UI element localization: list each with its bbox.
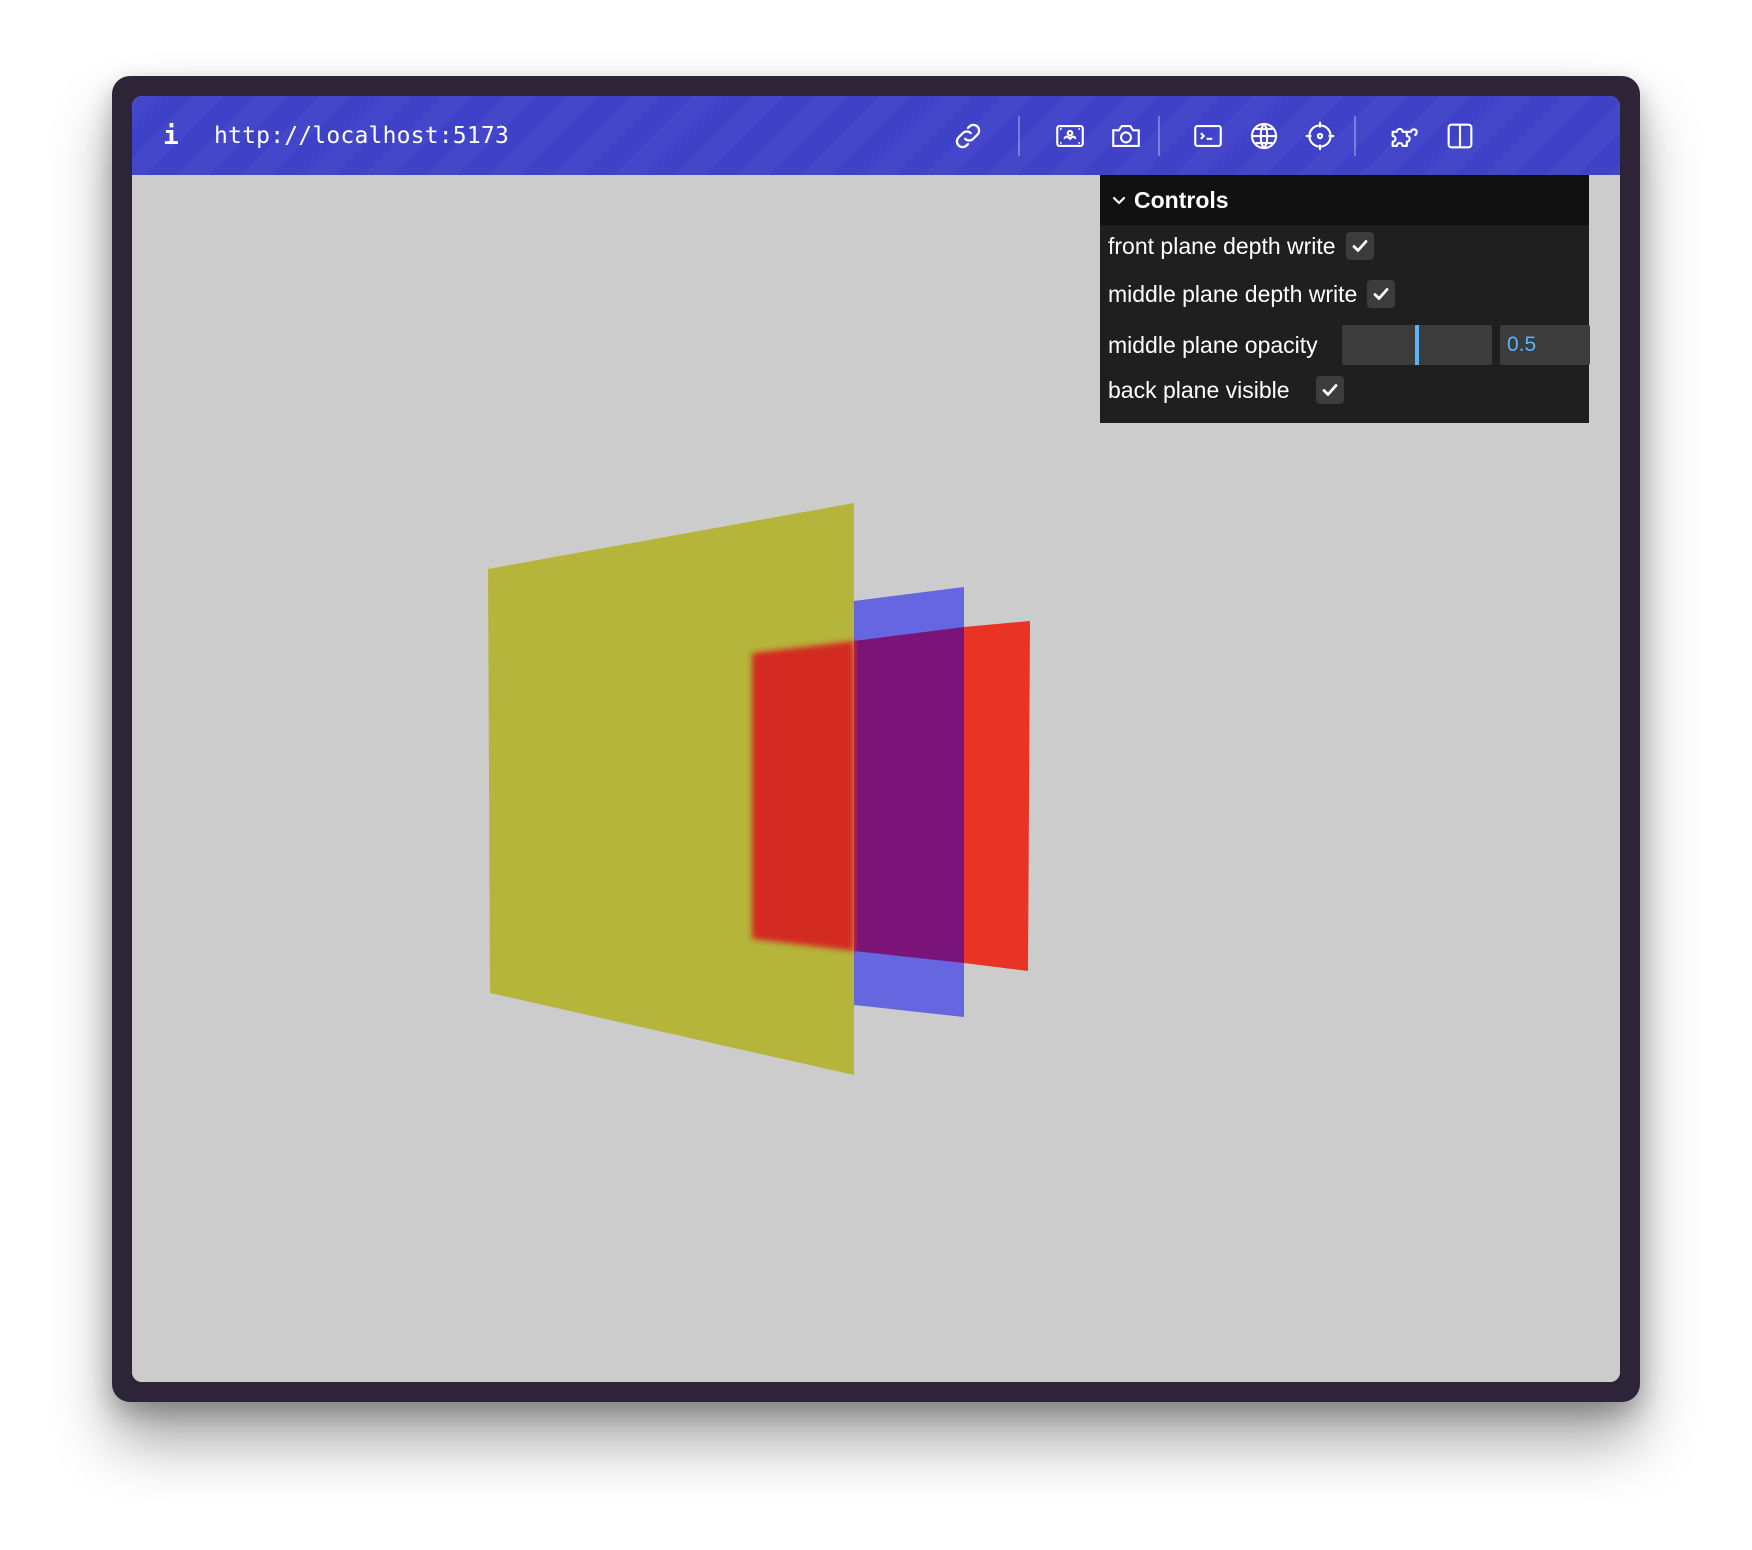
terminal-icon[interactable] bbox=[1188, 116, 1228, 156]
toolbar-divider bbox=[1018, 116, 1020, 156]
globe-icon[interactable] bbox=[1244, 116, 1284, 156]
image-icon[interactable] bbox=[1050, 116, 1090, 156]
back-visible-label: back plane visible bbox=[1108, 376, 1290, 403]
puzzle-icon[interactable] bbox=[1384, 116, 1424, 156]
controls-title: Controls bbox=[1134, 186, 1229, 213]
middle-opacity-row: middle plane opacity 0.5 bbox=[1108, 321, 1590, 369]
front-depth-write-row: front plane depth write bbox=[1108, 225, 1374, 267]
split-view-icon[interactable] bbox=[1440, 116, 1480, 156]
info-icon[interactable]: i bbox=[158, 116, 184, 156]
middle-depth-write-label: middle plane depth write bbox=[1108, 280, 1358, 307]
front-depth-write-label: front plane depth write bbox=[1108, 232, 1336, 259]
middle-depth-write-row: middle plane depth write bbox=[1108, 273, 1396, 315]
crosshair-icon[interactable] bbox=[1300, 116, 1340, 156]
controls-panel: Controls front plane depth write middle … bbox=[1100, 175, 1590, 423]
device-frame: i http://localhost:5173 Controls front p… bbox=[112, 76, 1640, 1402]
checkmark-icon bbox=[1322, 384, 1337, 396]
camera-icon[interactable] bbox=[1106, 116, 1146, 156]
back-visible-checkbox[interactable] bbox=[1315, 376, 1344, 404]
checkmark-icon bbox=[1373, 288, 1389, 300]
link-icon[interactable] bbox=[948, 116, 988, 156]
back-plane-overlap-front bbox=[752, 641, 854, 951]
middle-depth-write-checkbox[interactable] bbox=[1367, 280, 1396, 308]
toolbar-divider bbox=[1354, 116, 1356, 156]
checkmark-icon bbox=[1352, 240, 1367, 252]
overlap-region bbox=[854, 627, 964, 963]
middle-opacity-slider[interactable] bbox=[1342, 325, 1492, 365]
url-bar[interactable]: http://localhost:5173 bbox=[214, 116, 509, 156]
front-depth-write-checkbox[interactable] bbox=[1345, 232, 1374, 260]
browser-toolbar: i http://localhost:5173 bbox=[132, 96, 1620, 175]
controls-header[interactable]: Controls bbox=[1100, 175, 1589, 225]
webgl-canvas[interactable]: Controls front plane depth write middle … bbox=[132, 175, 1620, 1382]
slider-thumb[interactable] bbox=[1415, 325, 1419, 365]
back-plane bbox=[964, 621, 1030, 971]
back-visible-row: back plane visible bbox=[1108, 369, 1344, 411]
chevron-down-icon bbox=[1104, 175, 1134, 225]
browser-window: i http://localhost:5173 Controls front p… bbox=[132, 96, 1620, 1382]
middle-opacity-label: middle plane opacity bbox=[1108, 331, 1318, 358]
toolbar-divider bbox=[1158, 116, 1160, 156]
middle-opacity-input[interactable]: 0.5 bbox=[1500, 325, 1590, 365]
